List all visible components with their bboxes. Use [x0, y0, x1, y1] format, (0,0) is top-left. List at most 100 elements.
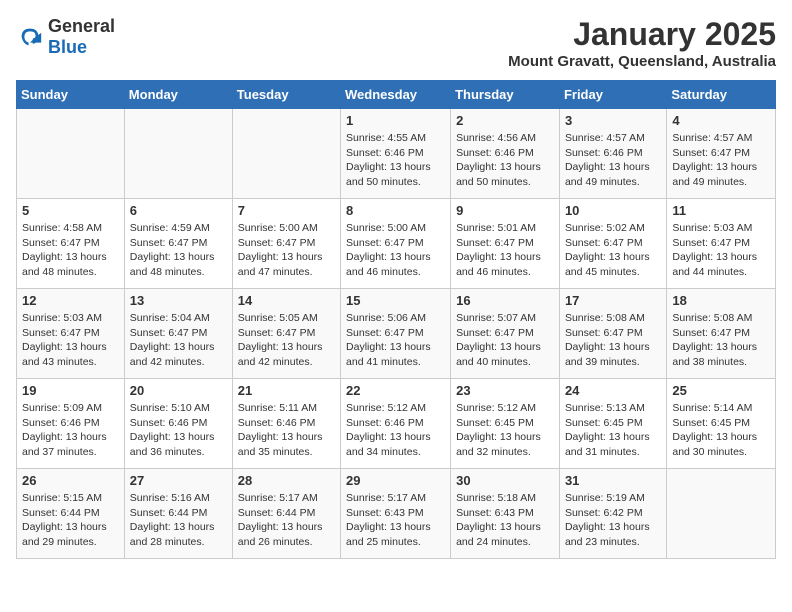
- calendar-cell: 15 Sunrise: 5:06 AM Sunset: 6:47 PM Dayli…: [341, 289, 451, 379]
- day-number: 24: [565, 383, 661, 398]
- column-header-tuesday: Tuesday: [232, 81, 340, 109]
- calendar-cell: 8Sunrise: 5:00 AM Sunset: 6:47 PM Daylig…: [341, 199, 451, 289]
- calendar-week-3: 12 Sunrise: 5:03 AM Sunset: 6:47 PM Dayli…: [17, 289, 776, 379]
- day-number: 20: [130, 383, 227, 398]
- day-number: 7: [238, 203, 335, 218]
- day-info: Sunrise: 5:18 AM Sunset: 6:43 PM Dayligh…: [456, 491, 554, 550]
- calendar-cell: 19Sunrise: 5:09 AM Sunset: 6:46 PM Dayli…: [17, 379, 125, 469]
- day-info: Sunrise: 5:05 AM Sunset: 6:47 PM Dayligh…: [238, 311, 335, 370]
- calendar-subtitle: Mount Gravatt, Queensland, Australia: [508, 53, 776, 70]
- calendar-cell: 31 Sunrise: 5:19 AM Sunset: 6:42 PM Dayli…: [559, 469, 666, 559]
- calendar-cell: 2Sunrise: 4:56 AM Sunset: 6:46 PM Daylig…: [451, 109, 560, 199]
- day-info: Sunrise: 5:03 AM Sunset: 6:47 PM Dayligh…: [22, 311, 119, 370]
- day-info: Sunrise: 5:15 AM Sunset: 6:44 PM Dayligh…: [22, 491, 119, 550]
- calendar-cell: 13 Sunrise: 5:04 AM Sunset: 6:47 PM Dayli…: [124, 289, 232, 379]
- calendar-week-1: 1 Sunrise: 4:55 AM Sunset: 6:46 PM Daylig…: [17, 109, 776, 199]
- calendar-cell: 12 Sunrise: 5:03 AM Sunset: 6:47 PM Dayli…: [17, 289, 125, 379]
- calendar-cell: 28Sunrise: 5:17 AM Sunset: 6:44 PM Dayli…: [232, 469, 340, 559]
- calendar-cell: 1 Sunrise: 4:55 AM Sunset: 6:46 PM Daylig…: [341, 109, 451, 199]
- calendar-cell: 23 Sunrise: 5:12 AM Sunset: 6:45 PM Dayli…: [451, 379, 560, 469]
- day-number: 17: [565, 293, 661, 308]
- day-info: Sunrise: 4:59 AM Sunset: 6:47 PM Dayligh…: [130, 221, 227, 280]
- day-number: 29: [346, 473, 445, 488]
- calendar-cell: 9 Sunrise: 5:01 AM Sunset: 6:47 PM Daylig…: [451, 199, 560, 289]
- day-info: Sunrise: 5:08 AM Sunset: 6:47 PM Dayligh…: [672, 311, 770, 370]
- column-header-sunday: Sunday: [17, 81, 125, 109]
- day-info: Sunrise: 5:14 AM Sunset: 6:45 PM Dayligh…: [672, 401, 770, 460]
- calendar-cell: 10 Sunrise: 5:02 AM Sunset: 6:47 PM Dayli…: [559, 199, 666, 289]
- calendar-cell: 11Sunrise: 5:03 AM Sunset: 6:47 PM Dayli…: [667, 199, 776, 289]
- calendar-cell: [667, 469, 776, 559]
- column-header-wednesday: Wednesday: [341, 81, 451, 109]
- day-info: Sunrise: 5:12 AM Sunset: 6:45 PM Dayligh…: [456, 401, 554, 460]
- calendar-cell: 3Sunrise: 4:57 AM Sunset: 6:46 PM Daylig…: [559, 109, 666, 199]
- day-info: Sunrise: 4:57 AM Sunset: 6:47 PM Dayligh…: [672, 131, 770, 190]
- logo-text: General Blue: [48, 16, 115, 58]
- day-number: 1: [346, 113, 445, 128]
- day-number: 13: [130, 293, 227, 308]
- day-number: 30: [456, 473, 554, 488]
- column-header-friday: Friday: [559, 81, 666, 109]
- calendar-week-2: 5Sunrise: 4:58 AM Sunset: 6:47 PM Daylig…: [17, 199, 776, 289]
- day-info: Sunrise: 5:06 AM Sunset: 6:47 PM Dayligh…: [346, 311, 445, 370]
- day-info: Sunrise: 5:17 AM Sunset: 6:44 PM Dayligh…: [238, 491, 335, 550]
- calendar-cell: [17, 109, 125, 199]
- day-number: 22: [346, 383, 445, 398]
- day-info: Sunrise: 5:08 AM Sunset: 6:47 PM Dayligh…: [565, 311, 661, 370]
- day-number: 6: [130, 203, 227, 218]
- title-area: January 2025 Mount Gravatt, Queensland, …: [508, 16, 776, 70]
- day-info: Sunrise: 5:16 AM Sunset: 6:44 PM Dayligh…: [130, 491, 227, 550]
- day-number: 23: [456, 383, 554, 398]
- day-info: Sunrise: 5:03 AM Sunset: 6:47 PM Dayligh…: [672, 221, 770, 280]
- calendar-cell: 5Sunrise: 4:58 AM Sunset: 6:47 PM Daylig…: [17, 199, 125, 289]
- day-info: Sunrise: 5:13 AM Sunset: 6:45 PM Dayligh…: [565, 401, 661, 460]
- day-number: 9: [456, 203, 554, 218]
- day-number: 14: [238, 293, 335, 308]
- calendar-header-row: SundayMondayTuesdayWednesdayThursdayFrid…: [17, 81, 776, 109]
- calendar-cell: 20Sunrise: 5:10 AM Sunset: 6:46 PM Dayli…: [124, 379, 232, 469]
- calendar-cell: 30 Sunrise: 5:18 AM Sunset: 6:43 PM Dayli…: [451, 469, 560, 559]
- day-info: Sunrise: 5:01 AM Sunset: 6:47 PM Dayligh…: [456, 221, 554, 280]
- day-info: Sunrise: 5:12 AM Sunset: 6:46 PM Dayligh…: [346, 401, 445, 460]
- calendar-cell: 24 Sunrise: 5:13 AM Sunset: 6:45 PM Dayli…: [559, 379, 666, 469]
- day-info: Sunrise: 5:00 AM Sunset: 6:47 PM Dayligh…: [238, 221, 335, 280]
- calendar-cell: 25 Sunrise: 5:14 AM Sunset: 6:45 PM Dayli…: [667, 379, 776, 469]
- calendar-cell: 16Sunrise: 5:07 AM Sunset: 6:47 PM Dayli…: [451, 289, 560, 379]
- calendar-title: January 2025: [508, 16, 776, 53]
- day-number: 27: [130, 473, 227, 488]
- day-number: 26: [22, 473, 119, 488]
- calendar-cell: 7 Sunrise: 5:00 AM Sunset: 6:47 PM Daylig…: [232, 199, 340, 289]
- day-info: Sunrise: 5:19 AM Sunset: 6:42 PM Dayligh…: [565, 491, 661, 550]
- calendar-cell: 22 Sunrise: 5:12 AM Sunset: 6:46 PM Dayli…: [341, 379, 451, 469]
- calendar-cell: 6 Sunrise: 4:59 AM Sunset: 6:47 PM Daylig…: [124, 199, 232, 289]
- calendar-cell: 14 Sunrise: 5:05 AM Sunset: 6:47 PM Dayli…: [232, 289, 340, 379]
- column-header-thursday: Thursday: [451, 81, 560, 109]
- day-info: Sunrise: 5:04 AM Sunset: 6:47 PM Dayligh…: [130, 311, 227, 370]
- logo: General Blue: [16, 16, 115, 58]
- day-info: Sunrise: 4:57 AM Sunset: 6:46 PM Dayligh…: [565, 131, 661, 190]
- day-number: 15: [346, 293, 445, 308]
- day-number: 12: [22, 293, 119, 308]
- logo-icon: [16, 23, 44, 51]
- day-info: Sunrise: 4:56 AM Sunset: 6:46 PM Dayligh…: [456, 131, 554, 190]
- day-number: 31: [565, 473, 661, 488]
- calendar-table: SundayMondayTuesdayWednesdayThursdayFrid…: [16, 80, 776, 559]
- day-info: Sunrise: 5:09 AM Sunset: 6:46 PM Dayligh…: [22, 401, 119, 460]
- calendar-cell: 21Sunrise: 5:11 AM Sunset: 6:46 PM Dayli…: [232, 379, 340, 469]
- day-number: 4: [672, 113, 770, 128]
- calendar-cell: 17 Sunrise: 5:08 AM Sunset: 6:47 PM Dayli…: [559, 289, 666, 379]
- day-number: 10: [565, 203, 661, 218]
- calendar-cell: 27 Sunrise: 5:16 AM Sunset: 6:44 PM Dayli…: [124, 469, 232, 559]
- logo-blue: Blue: [48, 37, 87, 57]
- calendar-cell: 29Sunrise: 5:17 AM Sunset: 6:43 PM Dayli…: [341, 469, 451, 559]
- calendar-cell: [232, 109, 340, 199]
- day-info: Sunrise: 5:02 AM Sunset: 6:47 PM Dayligh…: [565, 221, 661, 280]
- day-info: Sunrise: 4:55 AM Sunset: 6:46 PM Dayligh…: [346, 131, 445, 190]
- day-number: 25: [672, 383, 770, 398]
- calendar-week-4: 19Sunrise: 5:09 AM Sunset: 6:46 PM Dayli…: [17, 379, 776, 469]
- calendar-cell: 18Sunrise: 5:08 AM Sunset: 6:47 PM Dayli…: [667, 289, 776, 379]
- header: General Blue January 2025 Mount Gravatt,…: [16, 16, 776, 70]
- column-header-monday: Monday: [124, 81, 232, 109]
- calendar-cell: [124, 109, 232, 199]
- day-info: Sunrise: 5:07 AM Sunset: 6:47 PM Dayligh…: [456, 311, 554, 370]
